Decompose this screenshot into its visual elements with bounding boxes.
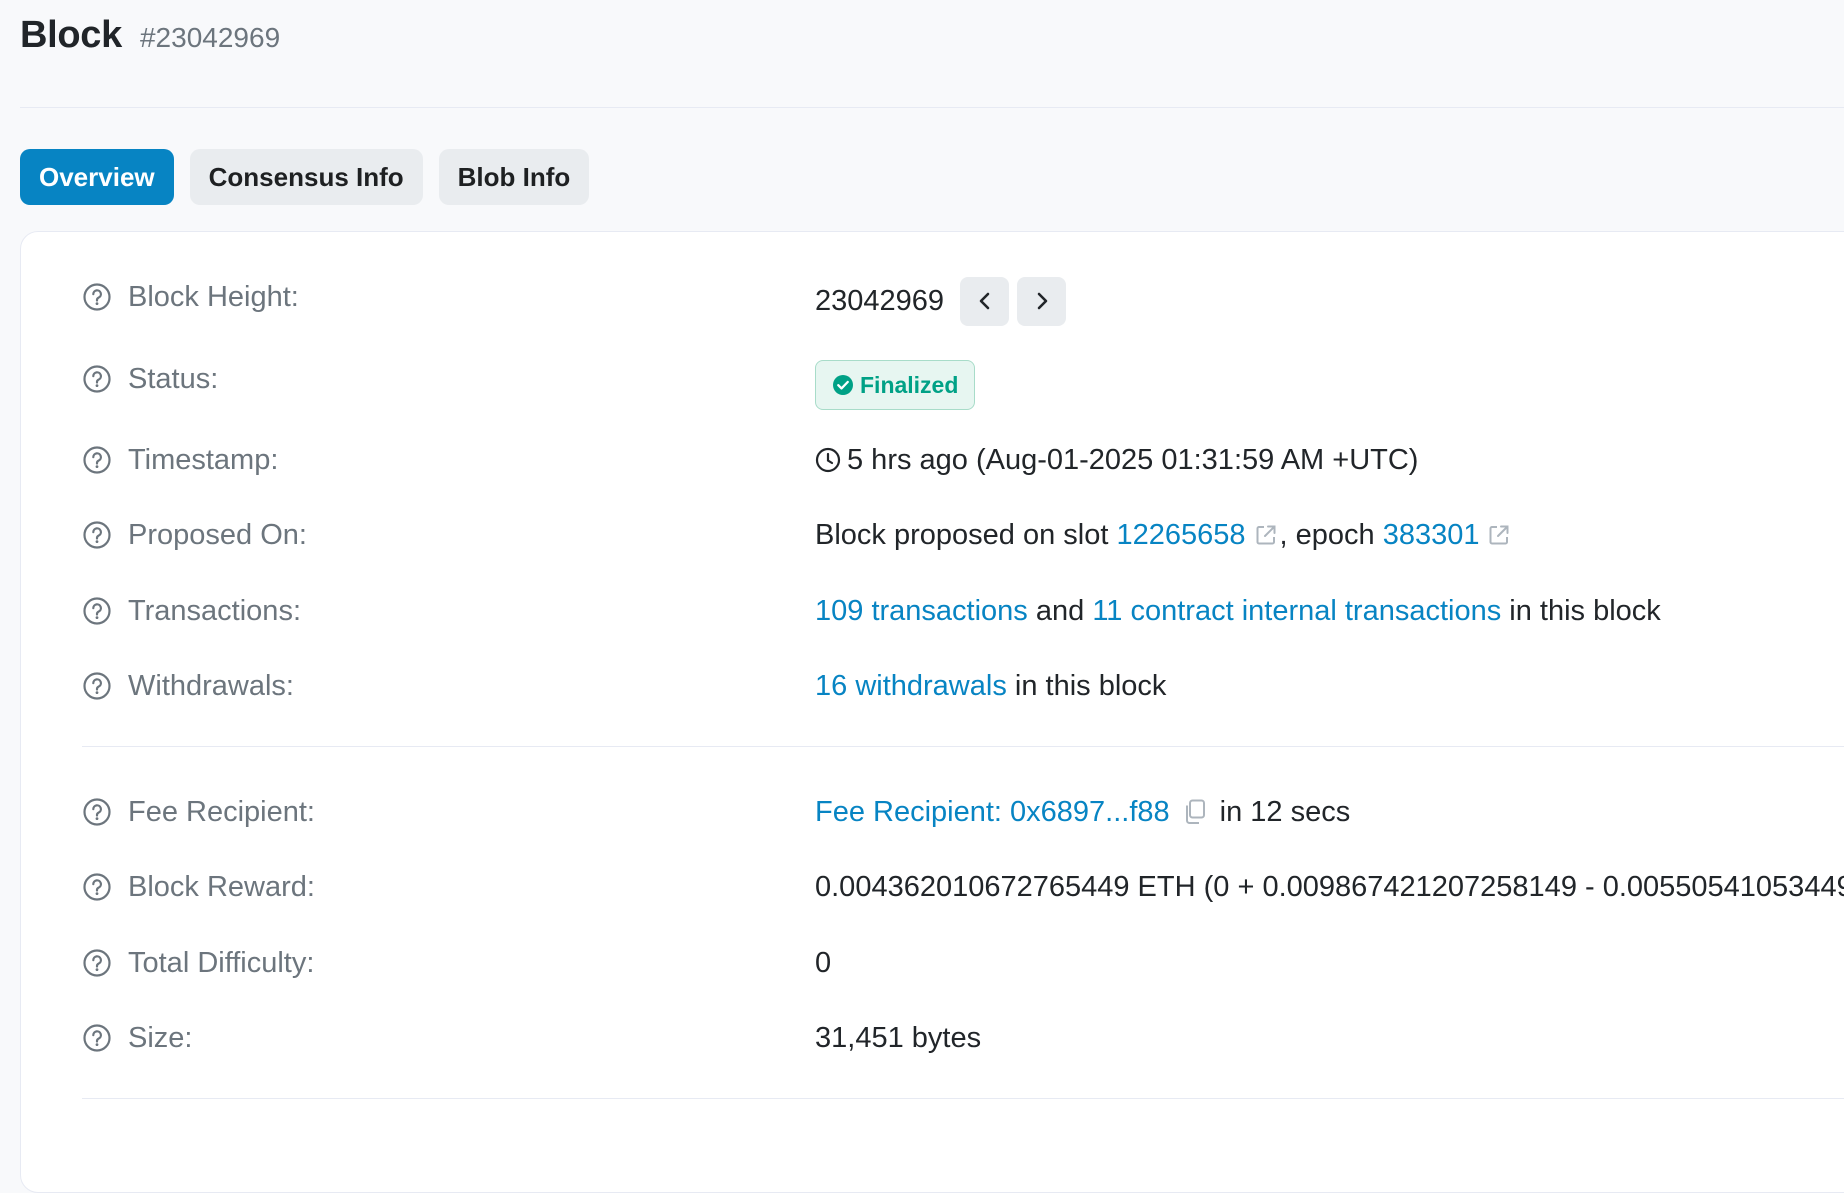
external-link-icon[interactable]: [1487, 523, 1511, 547]
proposed-on-prefix: Block proposed on slot: [815, 518, 1117, 551]
question-circle-icon[interactable]: [82, 671, 112, 701]
question-circle-icon[interactable]: [82, 596, 112, 626]
timestamp-label: Timestamp:: [128, 443, 279, 476]
tab-overview[interactable]: Overview: [20, 149, 174, 205]
withdrawals-suffix: in this block: [1006, 669, 1167, 702]
page-header: Block #23042969: [20, 14, 280, 64]
proposed-on-mid: , epoch: [1279, 518, 1383, 551]
copy-icon[interactable]: [1182, 798, 1208, 826]
transactions-link[interactable]: 109 transactions: [815, 595, 1028, 628]
section-divider: [82, 1098, 1844, 1099]
question-circle-icon[interactable]: [82, 445, 112, 475]
epoch-link[interactable]: 383301: [1383, 519, 1480, 552]
status-badge: Finalized: [815, 360, 976, 410]
header-divider: [20, 107, 1844, 108]
question-circle-icon[interactable]: [82, 872, 112, 902]
total-difficulty-value: 0: [815, 946, 832, 979]
withdrawals-link[interactable]: 16 withdrawals: [815, 670, 1007, 703]
fee-recipient-row: Fee Recipient: Fee Recipient: 0x6897...f…: [82, 792, 1844, 832]
question-circle-icon[interactable]: [82, 282, 112, 312]
page-title: Block: [20, 14, 122, 56]
block-height-label: Block Height:: [128, 280, 299, 313]
status-label: Status:: [128, 362, 219, 395]
previous-block-button[interactable]: [960, 276, 1010, 326]
status-text: Finalized: [860, 371, 959, 398]
transactions-label: Transactions:: [128, 594, 301, 627]
transactions-row: Transactions: 109 transactions and 11 co…: [82, 591, 1844, 631]
transactions-suffix: in this block: [1501, 594, 1661, 627]
chevron-left-icon: [979, 292, 989, 310]
question-circle-icon[interactable]: [82, 797, 112, 827]
withdrawals-label: Withdrawals:: [128, 669, 294, 702]
block-reward-row: Block Reward: 0.004362010672765449 ETH (…: [82, 867, 1844, 907]
total-difficulty-label: Total Difficulty:: [128, 946, 315, 979]
question-circle-icon[interactable]: [82, 364, 112, 394]
section-divider: [82, 746, 1844, 747]
transactions-mid: and: [1027, 594, 1093, 627]
question-circle-icon[interactable]: [82, 520, 112, 550]
timestamp-row: Timestamp: 5 hrs ago (Aug-01-2025 01:31:…: [82, 440, 1844, 480]
size-row: Size: 31,451 bytes: [82, 1018, 1844, 1058]
fee-recipient-label: Fee Recipient:: [128, 795, 315, 828]
check-circle-icon: [833, 375, 853, 395]
block-height-value: 23042969: [815, 284, 945, 317]
clock-icon: [815, 447, 841, 473]
block-reward-value: 0.004362010672765449 ETH (0 + 0.00986742…: [815, 870, 1844, 903]
block-number-subtitle: #23042969: [139, 22, 281, 53]
status-row: Status: Finalized: [82, 359, 1844, 410]
size-value: 31,451 bytes: [815, 1021, 982, 1054]
chevron-right-icon: [1037, 292, 1047, 310]
proposed-on-label: Proposed On:: [128, 518, 307, 551]
fee-recipient-time: in 12 secs: [1219, 795, 1351, 828]
tab-consensus-info[interactable]: Consensus Info: [189, 149, 423, 205]
question-circle-icon[interactable]: [82, 1023, 112, 1053]
size-label: Size:: [128, 1021, 193, 1054]
external-link-icon[interactable]: [1254, 523, 1278, 547]
block-height-row: Block Height: 23042969: [82, 276, 1844, 326]
withdrawals-row: Withdrawals: 16 withdrawals in this bloc…: [82, 666, 1844, 706]
proposed-on-row: Proposed On: Block proposed on slot 1226…: [82, 515, 1844, 555]
block-reward-label: Block Reward:: [128, 870, 315, 903]
tab-bar: Overview Consensus Info Blob Info: [20, 149, 590, 205]
overview-card: Block Height: 23042969 Status: Finalized: [20, 231, 1844, 1193]
tab-blob-info[interactable]: Blob Info: [438, 149, 590, 205]
next-block-button[interactable]: [1017, 276, 1067, 326]
internal-transactions-link[interactable]: 11 contract internal transactions: [1092, 595, 1501, 628]
timestamp-value: 5 hrs ago (Aug-01-2025 01:31:59 AM +UTC): [847, 443, 1419, 476]
slot-link[interactable]: 12265658: [1116, 519, 1245, 552]
fee-recipient-link[interactable]: Fee Recipient: 0x6897...f88: [815, 796, 1170, 829]
total-difficulty-row: Total Difficulty: 0: [82, 943, 1844, 983]
question-circle-icon[interactable]: [82, 948, 112, 978]
